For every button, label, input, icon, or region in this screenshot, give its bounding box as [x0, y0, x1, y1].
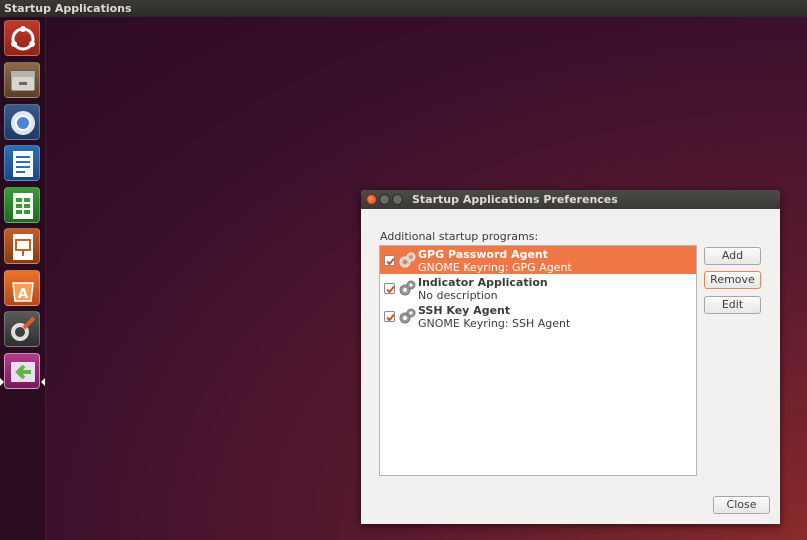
- close-window-icon[interactable]: [366, 194, 377, 205]
- edit-button[interactable]: Edit: [704, 296, 761, 314]
- section-label: Additional startup programs:: [380, 230, 539, 243]
- program-name: SSH Key Agent: [418, 304, 511, 317]
- software-center-icon[interactable]: A: [4, 270, 40, 306]
- files-icon[interactable]: [4, 62, 40, 98]
- launcher: A: [0, 17, 46, 540]
- program-description: GNOME Keyring: GPG Agent: [418, 261, 572, 274]
- remove-button[interactable]: Remove: [704, 271, 761, 289]
- focused-indicator-right: [41, 378, 45, 386]
- gears-icon: [399, 280, 416, 296]
- startup-programs-list[interactable]: GPG Password Agent GNOME Keyring: GPG Ag…: [379, 245, 697, 476]
- program-name: GPG Password Agent: [418, 248, 549, 261]
- svg-text:A: A: [18, 287, 28, 302]
- gears-icon: [399, 252, 416, 268]
- maximize-window-icon[interactable]: [392, 194, 403, 205]
- dash-home-icon[interactable]: [4, 20, 40, 56]
- startup-applications-dialog: Startup Applications Preferences Additio…: [361, 190, 780, 524]
- startup-applications-icon[interactable]: [4, 353, 40, 389]
- enabled-checkbox[interactable]: [384, 255, 395, 266]
- enabled-checkbox[interactable]: [384, 283, 395, 294]
- impress-icon[interactable]: [4, 228, 40, 264]
- dialog-title: Startup Applications Preferences: [412, 193, 618, 206]
- add-button[interactable]: Add: [704, 247, 761, 265]
- gears-icon: [399, 308, 416, 324]
- close-button[interactable]: Close: [713, 496, 770, 514]
- enabled-checkbox[interactable]: [384, 311, 395, 322]
- writer-icon[interactable]: [4, 145, 40, 181]
- system-settings-icon[interactable]: [4, 311, 40, 347]
- app-title: Startup Applications: [4, 2, 132, 15]
- minimize-window-icon[interactable]: [379, 194, 390, 205]
- chromium-icon[interactable]: [4, 104, 40, 140]
- calc-icon[interactable]: [4, 187, 40, 223]
- dialog-titlebar[interactable]: Startup Applications Preferences: [361, 190, 780, 209]
- program-description: GNOME Keyring: SSH Agent: [418, 317, 571, 330]
- top-panel: Startup Applications: [0, 0, 807, 17]
- program-description: No description: [418, 289, 498, 302]
- list-item[interactable]: SSH Key Agent GNOME Keyring: SSH Agent: [380, 302, 696, 330]
- list-item[interactable]: Indicator Application No description: [380, 274, 696, 302]
- program-name: Indicator Application: [418, 276, 548, 289]
- list-item[interactable]: GPG Password Agent GNOME Keyring: GPG Ag…: [380, 246, 696, 274]
